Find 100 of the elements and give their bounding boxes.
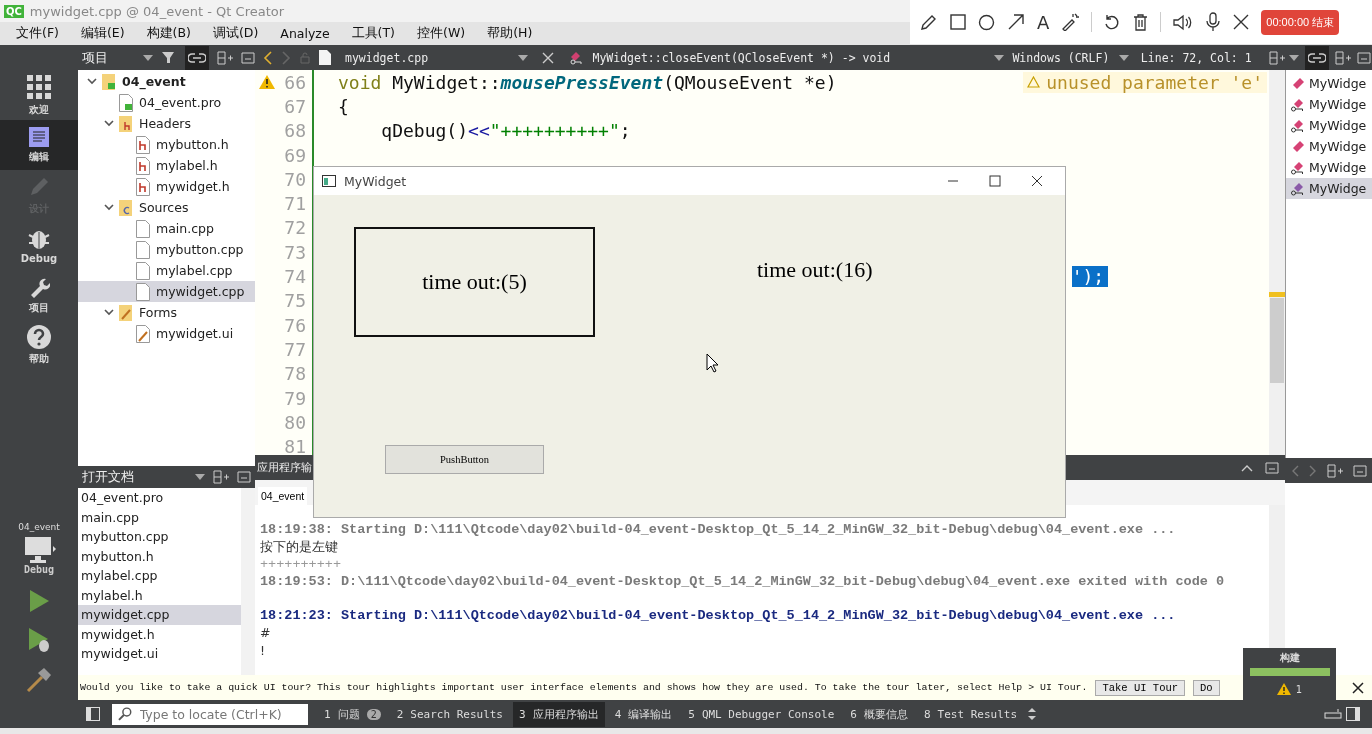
open-document-item[interactable]: mywidget.ui xyxy=(78,644,241,664)
line-number: 70 xyxy=(284,168,306,190)
line-number: 80 xyxy=(284,411,306,433)
tour-button[interactable]: Take UI Tour xyxy=(1095,679,1186,696)
code-line: void MyWidget::mousePressEvent(QMouseEvent *e) xyxy=(338,71,837,93)
push-button[interactable]: PushButton xyxy=(385,445,544,474)
mode-button[interactable]: 编辑 xyxy=(0,120,78,170)
countdown-label: time out:(5) xyxy=(354,227,595,337)
line-number: 76 xyxy=(284,314,306,336)
output-line: 18:19:53: D:\111\Qtcode\day02\build-04_event-Desktop_Qt_5_14_2_MinGW_32_bit-Debug\debug\04_event.exe exited with code 0 xyxy=(260,573,1226,591)
output-pane-tab[interactable]: 5 QML Debugger Console xyxy=(682,702,841,726)
stop-recording-button[interactable]: 00:00:00 结束 xyxy=(1261,9,1340,35)
tree-item[interactable]: mybutton.h xyxy=(78,134,255,155)
panel-title: 应用程序输 xyxy=(257,460,313,475)
line-number: 79 xyxy=(284,387,306,409)
kit-selector[interactable]: Debug xyxy=(22,536,56,575)
line-number: 67 xyxy=(284,95,306,117)
tree-item[interactable]: 04_event xyxy=(78,71,255,92)
kit-project-label: 04_event xyxy=(18,522,60,532)
tree-item[interactable]: mywidget.ui xyxy=(78,323,255,344)
mode-button[interactable]: 欢迎 xyxy=(0,70,78,120)
tree-item[interactable]: mywidget.cpp xyxy=(78,281,255,302)
menu-item[interactable]: 控件(W) xyxy=(409,25,474,42)
line-number: 75 xyxy=(284,290,306,312)
output-pane-tab[interactable]: 1 问题 2 xyxy=(318,701,387,727)
output-line: 按下的是左键 xyxy=(260,539,339,557)
symbol-dropdown[interactable]: MyWidget::closeEvent(QCloseEvent *) -> void xyxy=(592,50,987,65)
app-logo: QC xyxy=(4,4,24,18)
document-dropdown[interactable]: mywidget.cpp xyxy=(345,50,511,65)
output-pane-tab[interactable]: 4 编译输出 xyxy=(608,701,679,727)
output-line: # xyxy=(260,625,272,643)
output-line: 18:19:38: Starting D:\111\Qtcode\day02\build-04_event-Desktop_Qt_5_14_2_MinGW_32_bit-Debug\debug\04_event.exe ... xyxy=(260,522,1177,539)
output-line: ++++++++++ xyxy=(260,556,342,574)
encoding-dropdown[interactable]: Windows (CRLF) xyxy=(1012,50,1111,65)
open-document-item[interactable]: mybutton.cpp xyxy=(78,527,241,547)
mode-button[interactable]: Debug xyxy=(0,220,78,270)
locate-field[interactable]: Type to locate (Ctrl+K) xyxy=(112,703,308,725)
warning-annotation: unused parameter 'e' xyxy=(1023,71,1267,93)
mode-button[interactable]: 帮助 xyxy=(0,320,78,370)
outline-item[interactable]: MyWidge xyxy=(1286,157,1372,178)
output-pane-tab[interactable]: 8 Test Results xyxy=(917,702,1024,726)
output-pane-tab[interactable]: 2 Search Results xyxy=(390,702,509,726)
panel-title: 打开文档 xyxy=(82,468,135,486)
line-number: 77 xyxy=(284,338,306,360)
window-title: MyWidget xyxy=(344,173,407,189)
tree-item[interactable]: Sources xyxy=(78,197,255,218)
output-pane-tab[interactable]: 3 应用程序输出 xyxy=(513,701,605,727)
line-number: 68 xyxy=(284,120,306,142)
open-document-item[interactable]: 04_event.pro xyxy=(78,488,241,508)
outline-item[interactable]: MyWidge xyxy=(1286,73,1372,94)
open-document-item[interactable]: mylabel.cpp xyxy=(78,566,241,586)
cursor-position[interactable]: Line: 72, Col: 1 xyxy=(1140,50,1261,65)
output-tab[interactable]: 04_event xyxy=(258,487,308,505)
line-number: 78 xyxy=(284,363,306,385)
countdown-label: time out:(16) xyxy=(757,257,873,283)
tour-button[interactable]: Do xyxy=(1193,679,1220,696)
tour-message: Would you like to take a quick UI tour? This tour highlights important user interface elements and shows how they are used. To take the tour later, select Help > UI Tour. xyxy=(80,682,1088,693)
menu-item[interactable]: 文件(F) xyxy=(8,25,67,42)
open-document-item[interactable]: mywidget.h xyxy=(78,624,241,644)
line-number: 66 xyxy=(284,71,306,93)
open-document-item[interactable]: main.cpp xyxy=(78,507,241,527)
tree-item[interactable]: Headers xyxy=(78,113,255,134)
line-number: 69 xyxy=(284,144,306,166)
open-document-item[interactable]: mybutton.h xyxy=(78,546,241,566)
menu-item[interactable]: Analyze xyxy=(272,26,338,41)
output-line: ! xyxy=(260,642,266,660)
tree-item[interactable]: mylabel.h xyxy=(78,155,255,176)
output-line: 18:21:23: Starting D:\111\Qtcode\day02\build-04_event-Desktop_Qt_5_14_2_MinGW_32_bit-Debug\debug\04_event.exe ... xyxy=(260,608,1177,626)
code-line: qDebug()<<"++++++++++"; xyxy=(380,120,631,142)
window-title: mywidget.cpp @ 04_event - Qt Creator xyxy=(29,3,285,19)
menu-item[interactable]: 调试(D) xyxy=(204,25,267,42)
menu-item[interactable]: 构建(B) xyxy=(138,25,199,42)
warning-count: 1 xyxy=(1295,683,1303,695)
code-line: { xyxy=(338,95,349,117)
build-title: 构建 xyxy=(1279,651,1300,665)
outline-item[interactable]: MyWidge xyxy=(1286,178,1372,199)
mode-button[interactable]: 项目 xyxy=(0,270,78,320)
outline-item[interactable]: MyWidge xyxy=(1286,94,1372,115)
tree-item[interactable]: main.cpp xyxy=(78,218,255,239)
outline-item[interactable]: MyWidge xyxy=(1286,115,1372,136)
line-number: 71 xyxy=(284,193,306,215)
panel-title: 项目 xyxy=(82,48,109,67)
tree-item[interactable]: mylabel.cpp xyxy=(78,260,255,281)
menu-item[interactable]: 工具(T) xyxy=(343,25,403,42)
tree-item[interactable]: Forms xyxy=(78,302,255,323)
menu-item[interactable]: 编辑(E) xyxy=(72,25,133,42)
outline-item[interactable]: MyWidge xyxy=(1286,136,1372,157)
count-badge: 2 xyxy=(366,708,381,720)
open-document-item[interactable]: mywidget.cpp xyxy=(78,605,241,625)
tree-item[interactable]: mybutton.cpp xyxy=(78,239,255,260)
menu-item[interactable]: 帮助(H) xyxy=(479,25,541,42)
text-tool[interactable]: A xyxy=(1037,11,1050,33)
output-pane-tab[interactable]: 6 概要信息 xyxy=(844,701,914,727)
line-number: 74 xyxy=(284,266,306,287)
open-document-item[interactable]: mylabel.h xyxy=(78,585,241,605)
selected-code: '); xyxy=(1071,266,1109,287)
line-number: 73 xyxy=(284,241,306,263)
tree-item[interactable]: mywidget.h xyxy=(78,176,255,197)
tree-item[interactable]: 04_event.pro xyxy=(78,92,255,113)
line-number: 72 xyxy=(284,217,306,239)
